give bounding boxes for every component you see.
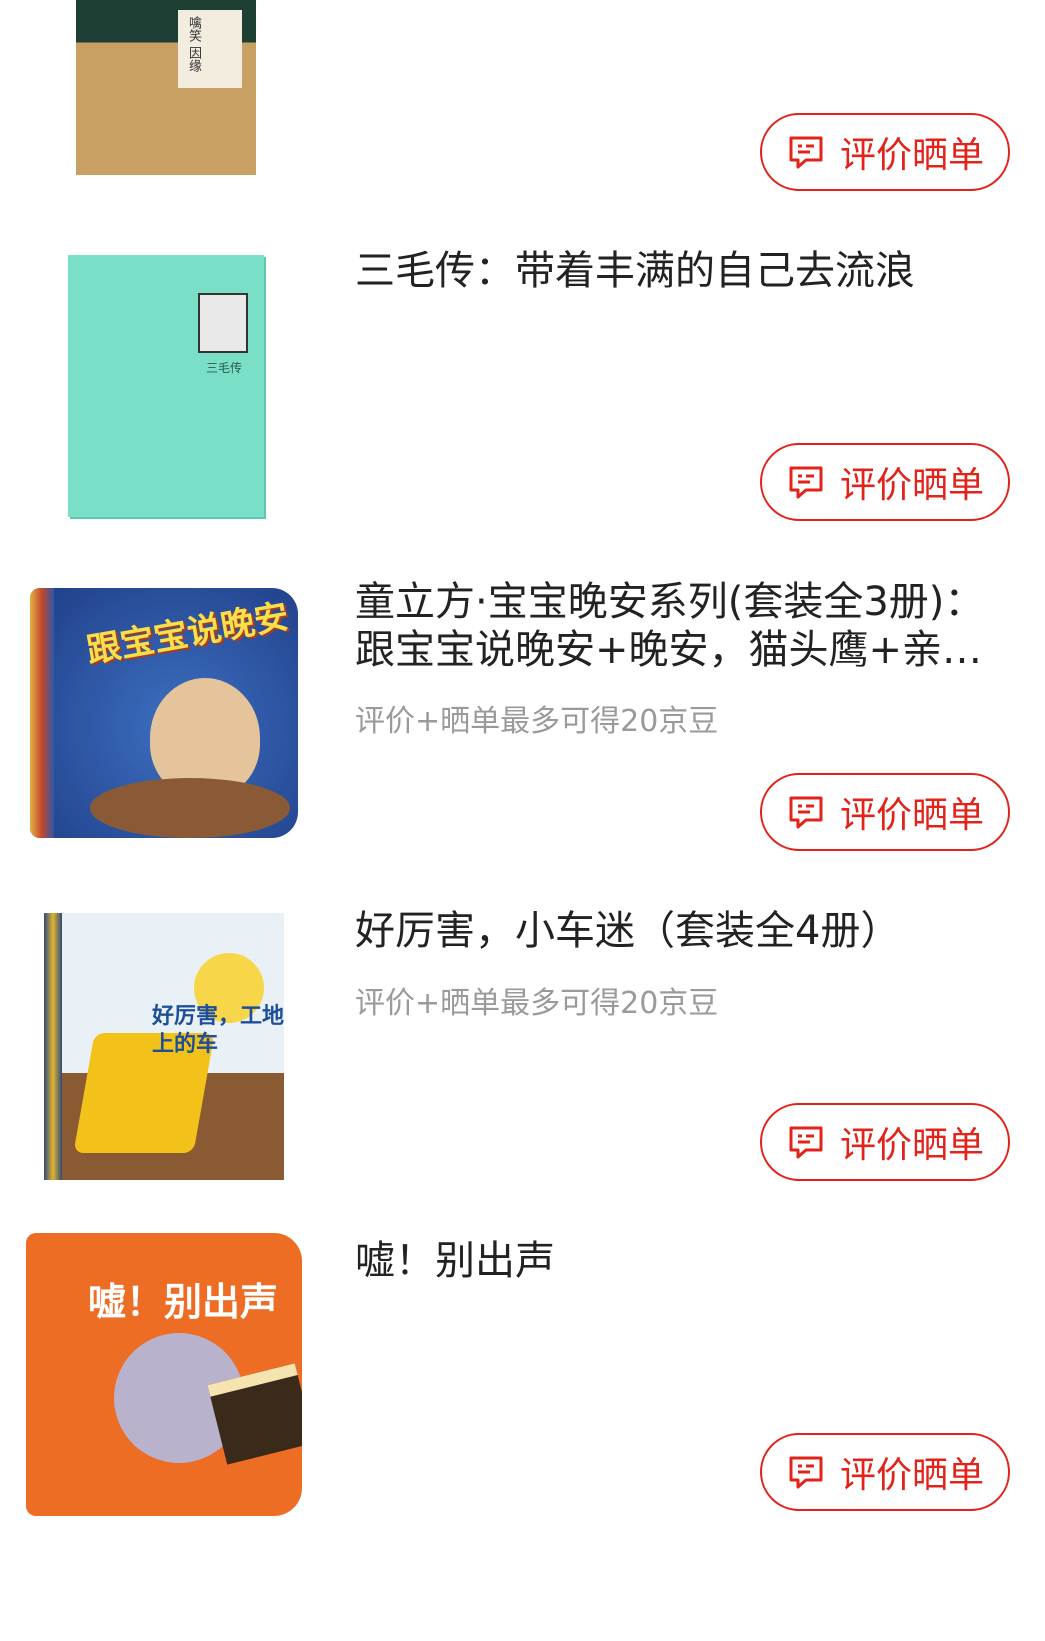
book-cover-image[interactable]: 嘘！别出声 bbox=[26, 1233, 302, 1516]
review-button-label: 评价晒单 bbox=[839, 465, 984, 506]
reward-hint: 评价+晒单最多可得20京豆 bbox=[355, 986, 719, 1021]
review-button-label: 评价晒单 bbox=[839, 795, 984, 836]
cover-spine bbox=[30, 588, 54, 838]
comment-icon bbox=[789, 1126, 823, 1159]
book-cover-image[interactable]: 好厉害，工地上的车 bbox=[44, 913, 284, 1180]
comment-icon bbox=[789, 466, 823, 499]
review-button-label: 评价晒单 bbox=[839, 1125, 984, 1166]
nest-illustration bbox=[90, 778, 290, 838]
cover-photo bbox=[198, 293, 248, 353]
review-button[interactable]: 评价晒单 bbox=[760, 1433, 1010, 1511]
reward-hint: 评价+晒单最多可得20京豆 bbox=[355, 704, 719, 739]
review-button[interactable]: 评价晒单 bbox=[760, 113, 1010, 191]
comment-icon bbox=[789, 1456, 823, 1489]
review-button-label: 评价晒单 bbox=[839, 1455, 984, 1496]
cover-title: 跟宝宝说晚安 bbox=[83, 596, 292, 672]
product-title[interactable]: 嘘！别出声 bbox=[355, 1237, 985, 1285]
comment-icon bbox=[789, 136, 823, 169]
review-button[interactable]: 评价晒单 bbox=[760, 1103, 1010, 1181]
review-button[interactable]: 评价晒单 bbox=[760, 773, 1010, 851]
product-title[interactable]: 三毛传：带着丰满的自己去流浪 bbox=[355, 247, 985, 295]
cover-label: 噙笑 因缘 bbox=[178, 10, 242, 88]
cover-title: 好厉害，工地上的车 bbox=[152, 1004, 284, 1057]
cover-title: 嘘！别出声 bbox=[88, 1280, 279, 1324]
comment-icon bbox=[789, 796, 823, 829]
product-title[interactable]: 童立方·宝宝晚安系列(套装全3册)：跟宝宝说晚安+晚安，猫头鹰+亲爱的小熊，晚安 bbox=[355, 578, 985, 674]
book-cover-image[interactable]: 三毛传 bbox=[68, 255, 264, 517]
cover-spine bbox=[44, 913, 62, 1180]
book-cover-image[interactable]: 噙笑 因缘 bbox=[76, 0, 256, 175]
product-title[interactable]: 好厉害，小车迷（套装全4册） bbox=[355, 907, 985, 955]
book-cover-image[interactable]: 跟宝宝说晚安 bbox=[30, 588, 298, 838]
review-button-label: 评价晒单 bbox=[839, 135, 984, 176]
review-button[interactable]: 评价晒单 bbox=[760, 443, 1010, 521]
cover-title: 三毛传 bbox=[206, 361, 243, 375]
